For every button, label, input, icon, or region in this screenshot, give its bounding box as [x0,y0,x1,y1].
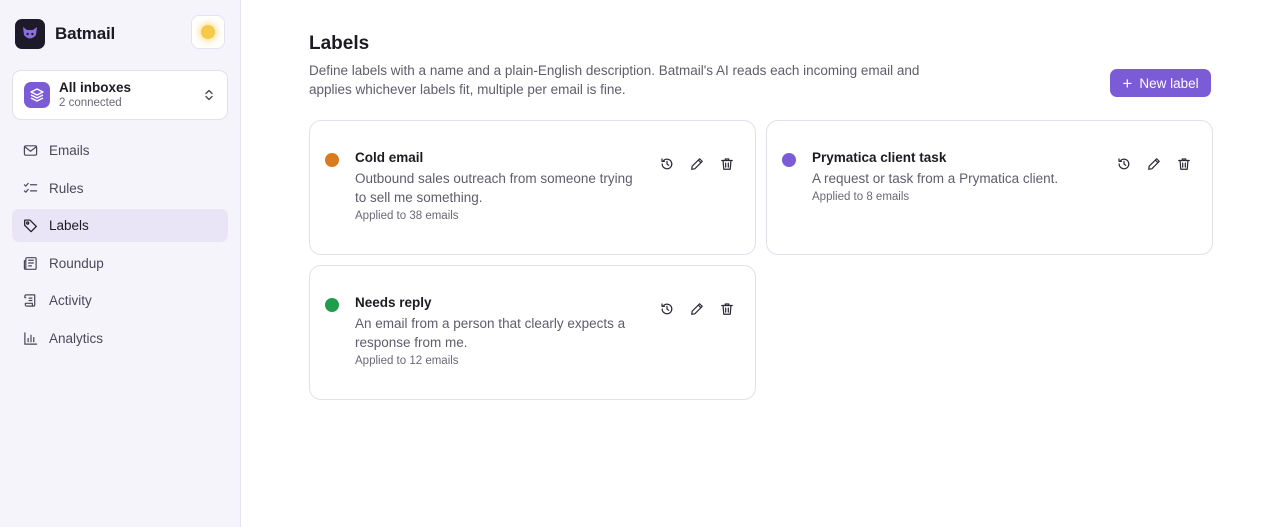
scroll-icon [24,294,36,308]
delete-button[interactable] [719,156,735,172]
history-button[interactable] [659,156,675,172]
label-applied-count: Applied to 38 emails [355,210,459,222]
sidebar-item-label: Emails [49,143,90,158]
plus-icon: + [1122,73,1133,93]
label-applied-count: Applied to 12 emails [355,355,459,367]
label-actions [659,301,735,317]
sidebar-item-roundup[interactable]: Roundup [12,247,228,280]
sidebar-item-label: Analytics [49,330,104,346]
sidebar-item-activity[interactable]: Activity [12,284,228,317]
new-label-button[interactable]: + New label [1110,69,1211,97]
inbox-switcher-title: All inboxes [59,79,132,95]
label-actions [1116,156,1192,172]
pencil-icon [691,158,703,170]
newspaper-icon [23,256,37,270]
sidebar-item-analytics[interactable]: Analytics [12,322,228,355]
sidebar-item-rules[interactable]: Rules [12,172,228,205]
label-name: Prymatica client task [812,150,947,165]
tag-icon [24,219,37,233]
app-name: Batmail [55,24,116,43]
sidebar-nav: Emails Rules Labels Roundup Activity Ana… [12,134,228,360]
label-card: Prymatica client task A request or task … [766,120,1213,255]
bar-chart-icon [24,332,38,345]
history-icon [661,303,673,315]
history-icon [1118,158,1130,170]
history-button[interactable] [659,301,675,317]
sidebar: Batmail All inboxes 2 connected Emails R… [0,0,241,527]
new-label-button-label: New label [1139,75,1199,91]
label-color-dot [325,153,339,167]
label-name: Needs reply [355,295,432,310]
chevron-up-down-icon [205,89,213,101]
sidebar-item-emails[interactable]: Emails [12,134,228,167]
main-content: Labels Define labels with a name and a p… [241,0,1280,527]
trash-icon [721,158,733,170]
sidebar-item-label: Roundup [49,255,104,271]
layers-icon [24,82,50,108]
edit-button[interactable] [689,301,705,317]
pencil-icon [1148,158,1160,170]
label-card: Needs reply An email from a person that … [309,265,756,400]
label-description: An email from a person that clearly expe… [355,316,626,350]
page-title: Labels [309,33,370,54]
history-icon [661,158,673,170]
edit-button[interactable] [1146,156,1162,172]
label-description: A request or task from a Prymatica clien… [812,171,1059,186]
sidebar-item-label: Labels [49,218,89,234]
trash-icon [1178,158,1190,170]
sidebar-item-label: Rules [49,180,84,196]
label-actions [659,156,735,172]
checklist-icon [23,182,38,193]
pencil-icon [691,303,703,315]
label-card: Cold email Outbound sales outreach from … [309,120,756,255]
edit-button[interactable] [689,156,705,172]
brand[interactable]: Batmail [15,19,115,49]
page-description: Define labels with a name and a plain-En… [309,63,920,97]
theme-toggle-button[interactable] [191,15,225,49]
inbox-switcher-subtitle: 2 connected [59,96,122,109]
trash-icon [721,303,733,315]
sun-icon [201,25,215,39]
label-color-dot [325,298,339,312]
batmail-logo-icon [15,19,45,49]
sidebar-item-labels[interactable]: Labels [12,209,228,243]
delete-button[interactable] [719,301,735,317]
label-description: Outbound sales outreach from someone try… [355,171,633,205]
delete-button[interactable] [1176,156,1192,172]
label-color-dot [782,153,796,167]
mail-icon [23,145,38,156]
label-applied-count: Applied to 8 emails [812,191,910,203]
sidebar-item-label: Activity [49,293,92,309]
history-button[interactable] [1116,156,1132,172]
label-name: Cold email [355,150,424,165]
inbox-switcher[interactable]: All inboxes 2 connected [12,70,228,120]
